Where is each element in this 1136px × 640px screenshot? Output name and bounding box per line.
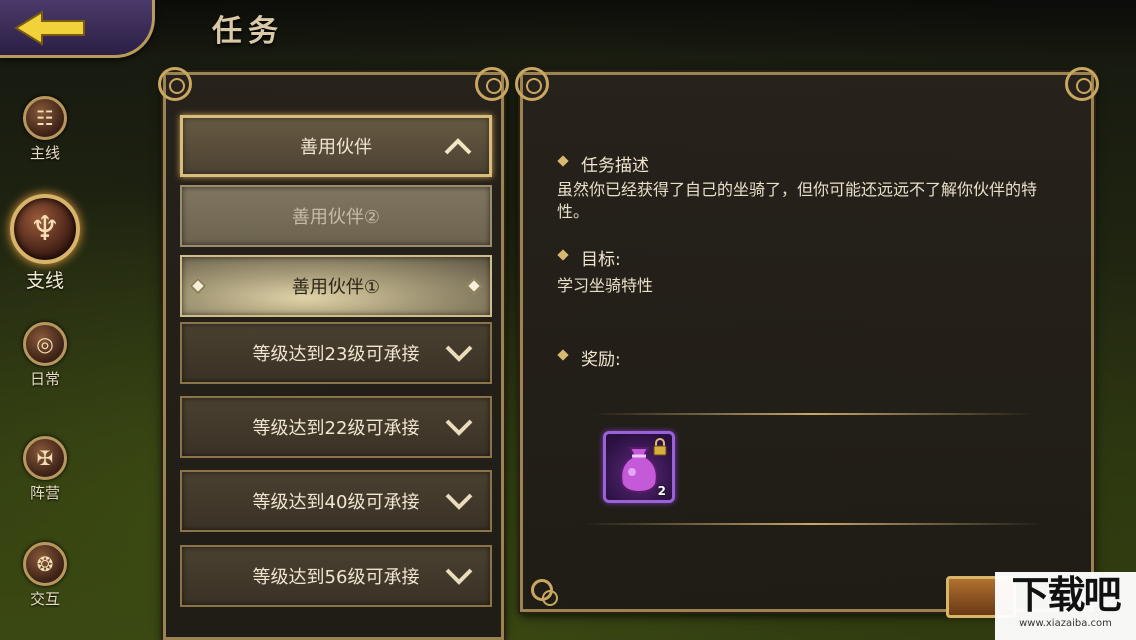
locked-quest-label: 等级达到22级可承接 bbox=[252, 418, 420, 439]
interaction-icon: ❂ bbox=[23, 542, 67, 586]
watermark-url: www.xiazaiba.com bbox=[1019, 618, 1112, 629]
sidebar-item-interaction[interactable]: ❂ 交互 bbox=[0, 542, 90, 609]
back-button[interactable] bbox=[0, 0, 155, 58]
corner-ornament bbox=[475, 67, 509, 101]
diamond-marker-icon bbox=[189, 277, 207, 295]
reward-item[interactable]: 2 bbox=[603, 431, 675, 503]
spiral-scroll-icon: ◎ bbox=[23, 322, 67, 366]
faction-icon: ✠ bbox=[23, 436, 67, 480]
locked-quest-label: 等级达到40级可承接 bbox=[252, 492, 420, 513]
top-bar bbox=[0, 0, 1136, 58]
sidebar-item-label: 交互 bbox=[29, 590, 60, 608]
goal-text: 学习坐骑特性 bbox=[557, 276, 654, 295]
scroll-icon: ☷ bbox=[23, 96, 67, 140]
locked-quest-item[interactable]: 等级达到56级可承接 bbox=[180, 545, 492, 607]
locked-quest-item[interactable]: 等级达到40级可承接 bbox=[180, 470, 492, 532]
sidebar-item-side[interactable]: ♆ 支线 bbox=[0, 194, 90, 293]
corner-ornament bbox=[515, 67, 549, 101]
description-text: 虽然你已经获得了自己的坐骑了，但你可能还远远不了解你伙伴的特性。 bbox=[557, 180, 1038, 221]
corner-ornament bbox=[1065, 67, 1099, 101]
quest-item-label: 善用伙伴① bbox=[291, 277, 381, 298]
quest-group-title: 善用伙伴 bbox=[300, 137, 372, 158]
chevron-down-icon bbox=[445, 419, 473, 436]
watermark-logo: 下载吧 bbox=[1011, 572, 1121, 617]
page-title: 任务 bbox=[212, 14, 284, 49]
reward-title: 奖励: bbox=[557, 345, 621, 370]
goal-title: 目标: bbox=[557, 245, 621, 270]
chevron-up-icon bbox=[444, 138, 472, 155]
back-arrow-icon bbox=[14, 10, 85, 46]
sidebar-item-daily[interactable]: ◎ 日常 bbox=[0, 322, 90, 389]
reward-count: 2 bbox=[657, 484, 666, 498]
sidebar-item-faction[interactable]: ✠ 阵营 bbox=[0, 436, 90, 503]
diamond-marker-icon bbox=[465, 277, 483, 295]
branch-scroll-icon: ♆ bbox=[10, 194, 80, 264]
sidebar-item-main[interactable]: ☷ 主线 bbox=[0, 96, 90, 163]
corner-ornament bbox=[531, 579, 558, 606]
quest-group-header[interactable]: 善用伙伴 bbox=[180, 115, 492, 177]
quest-list-panel: 善用伙伴 善用伙伴② 善用伙伴① 等级达到23级可承接 等级达到22级可承接 等… bbox=[158, 67, 509, 640]
locked-quest-label: 等级达到56级可承接 bbox=[252, 567, 420, 588]
locked-quest-item[interactable]: 等级达到22级可承接 bbox=[180, 396, 492, 458]
sidebar-item-label: 主线 bbox=[29, 144, 60, 162]
corner-ornament bbox=[158, 67, 192, 101]
chevron-down-icon bbox=[445, 345, 473, 362]
locked-quest-label: 等级达到23级可承接 bbox=[252, 344, 420, 365]
quest-item[interactable]: 善用伙伴② bbox=[180, 185, 492, 247]
chevron-down-icon bbox=[445, 493, 473, 510]
chevron-down-icon bbox=[445, 568, 473, 585]
divider bbox=[593, 413, 1033, 415]
sidebar-item-label: 阵营 bbox=[29, 484, 60, 502]
locked-quest-item[interactable]: 等级达到23级可承接 bbox=[180, 322, 492, 384]
lock-icon bbox=[653, 438, 667, 456]
watermark: 下载吧 www.xiazaiba.com bbox=[995, 572, 1136, 640]
sidebar: ☷ 主线 ♆ 支线 ◎ 日常 ✠ 阵营 ❂ 交互 bbox=[0, 60, 90, 640]
quest-item-selected[interactable]: 善用伙伴① bbox=[180, 255, 492, 317]
quest-item-label: 善用伙伴② bbox=[291, 207, 381, 228]
sidebar-item-label: 日常 bbox=[29, 370, 60, 388]
sidebar-item-label: 支线 bbox=[25, 270, 64, 292]
quest-detail-panel: 任务描述 虽然你已经获得了自己的坐骑了，但你可能还远远不了解你伙伴的特性。 目标… bbox=[515, 67, 1099, 612]
description-title: 任务描述 bbox=[557, 151, 649, 176]
divider bbox=[583, 523, 1043, 525]
